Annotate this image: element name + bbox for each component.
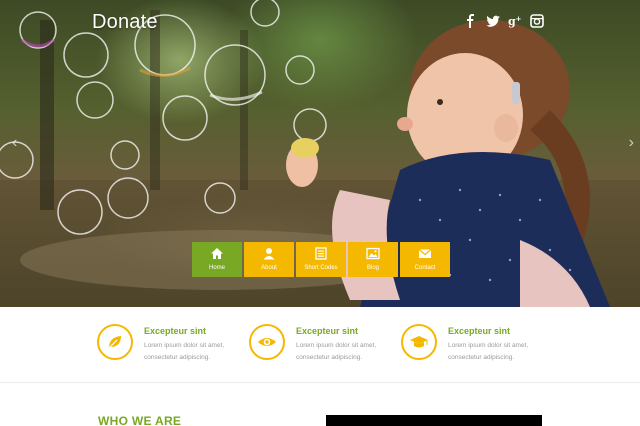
feature-title: Excepteur sint bbox=[448, 326, 511, 336]
image-icon bbox=[366, 247, 380, 260]
nav-item-contact[interactable]: Contact bbox=[400, 242, 450, 277]
user-icon bbox=[263, 248, 275, 260]
facebook-icon[interactable] bbox=[464, 14, 478, 28]
leaf-icon bbox=[108, 336, 121, 349]
eye-icon bbox=[258, 338, 276, 346]
instagram-icon[interactable] bbox=[530, 14, 544, 28]
feature-item: Excepteur sint Lorem ipsum dolor sit ame… bbox=[249, 324, 376, 364]
feature-item: Excepteur sint Lorem ipsum dolor sit ame… bbox=[97, 324, 224, 364]
feature-description-line: Lorem ipsum dolor sit amet, bbox=[448, 342, 529, 349]
feature-description-line: consectetur adipiscing. bbox=[448, 354, 515, 361]
feature-item: Excepteur sint Lorem ipsum dolor sit ame… bbox=[401, 324, 528, 364]
video-embed[interactable] bbox=[326, 415, 542, 426]
graduation-cap-icon bbox=[410, 336, 428, 348]
nav-item-home[interactable]: Home bbox=[192, 242, 242, 277]
nav-item-label: Blog bbox=[366, 265, 379, 271]
feature-description-line: consectetur adipiscing. bbox=[144, 354, 211, 361]
nav-item-short-codes[interactable]: Short Codes bbox=[296, 242, 346, 277]
nav-item-about[interactable]: About bbox=[244, 242, 294, 277]
feature-icon-circle bbox=[401, 324, 437, 360]
svg-text:+: + bbox=[516, 15, 522, 23]
feature-title: Excepteur sint bbox=[296, 326, 359, 336]
nav-item-label: About bbox=[261, 265, 277, 271]
feature-icon-circle bbox=[97, 324, 133, 360]
nav-item-label: Home bbox=[208, 265, 225, 271]
site-logo[interactable]: Donate bbox=[92, 11, 158, 34]
social-links: g + bbox=[464, 14, 544, 28]
nav-item-blog[interactable]: Blog bbox=[348, 242, 398, 277]
feature-title: Excepteur sint bbox=[144, 326, 207, 336]
home-icon bbox=[211, 248, 223, 259]
feature-description-line: consectetur adipiscing. bbox=[296, 354, 363, 361]
features-section: Excepteur sint Lorem ipsum dolor sit ame… bbox=[0, 307, 640, 383]
feature-icon-circle bbox=[249, 324, 285, 360]
main-nav: Home About Short Codes Blog Contact bbox=[192, 242, 450, 277]
feature-description-line: Lorem ipsum dolor sit amet, bbox=[144, 342, 225, 349]
envelope-icon bbox=[418, 249, 432, 258]
nav-item-label: Short Codes bbox=[304, 265, 338, 271]
twitter-icon[interactable] bbox=[486, 14, 500, 28]
section-heading-who-we-are: WHO WE ARE bbox=[98, 414, 182, 426]
slider-prev-arrow[interactable]: ‹ bbox=[12, 134, 17, 152]
hero-slider: Donate g + ‹ › Home About Short Codes Bl… bbox=[0, 0, 640, 307]
feature-description-line: Lorem ipsum dolor sit amet, bbox=[296, 342, 377, 349]
list-icon bbox=[315, 247, 327, 260]
slider-next-arrow[interactable]: › bbox=[629, 134, 634, 152]
google-plus-icon[interactable]: g + bbox=[508, 14, 522, 28]
page: Donate g + ‹ › Home About Short Codes Bl… bbox=[0, 0, 640, 426]
nav-item-label: Contact bbox=[414, 265, 436, 271]
